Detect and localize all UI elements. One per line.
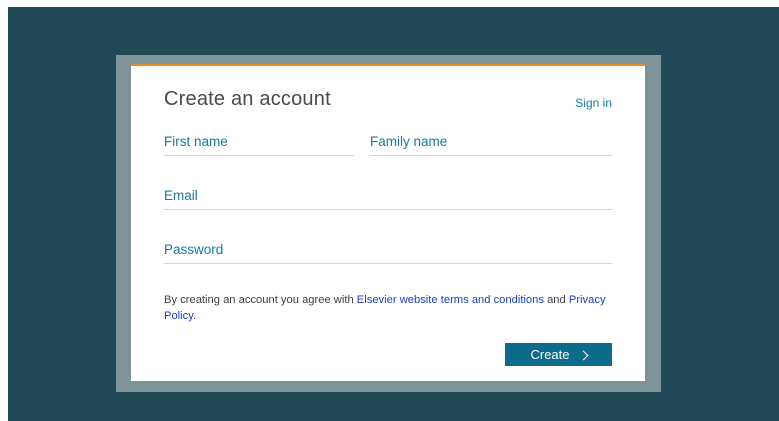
email-input[interactable] [164, 188, 612, 209]
sign-in-link[interactable]: Sign in [575, 96, 612, 110]
terms-prefix: By creating an account you agree with [164, 294, 357, 306]
terms-and-conditions-link[interactable]: Elsevier website terms and conditions [357, 294, 544, 306]
create-button[interactable]: Create [505, 343, 612, 366]
terms-suffix: . [193, 310, 197, 322]
first-name-input[interactable] [164, 134, 354, 155]
page-title: Create an account [164, 88, 331, 110]
first-name-field[interactable]: First name [164, 134, 354, 156]
terms-notice: By creating an account you agree with El… [164, 292, 614, 324]
password-field[interactable]: Password [164, 242, 612, 264]
password-input[interactable] [164, 242, 612, 263]
email-field[interactable]: Email [164, 188, 612, 210]
create-account-card: Create an account Sign in First name Fam… [131, 64, 645, 381]
chevron-right-icon [578, 350, 588, 360]
family-name-field[interactable]: Family name [370, 134, 612, 156]
create-button-label: Create [530, 347, 570, 362]
terms-middle: and [543, 294, 569, 306]
family-name-input[interactable] [370, 134, 612, 155]
